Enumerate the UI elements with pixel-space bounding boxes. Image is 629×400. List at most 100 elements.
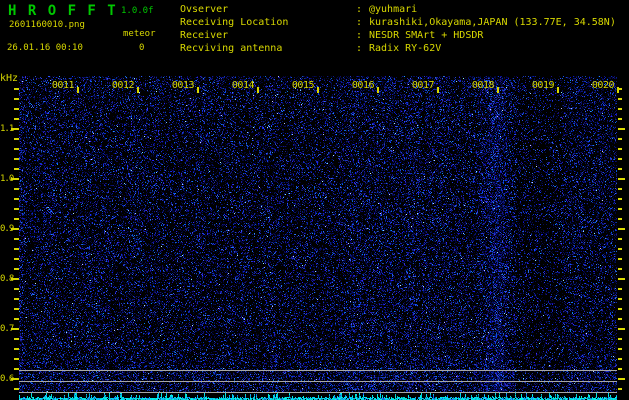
freq-axis-tick-left <box>14 198 19 200</box>
freq-axis-tick-right <box>618 268 622 270</box>
freq-axis-tick-left <box>14 268 19 270</box>
freq-axis-tick-left <box>14 368 19 370</box>
time-axis-tick <box>197 87 199 93</box>
freq-axis-tick-right <box>618 338 622 340</box>
freq-axis-tick-right <box>618 368 622 370</box>
freq-axis-tick-right <box>618 358 622 360</box>
freq-axis-tick-right <box>618 168 622 170</box>
info-separator: : <box>356 43 363 54</box>
meteor-count-value: 0 <box>139 43 145 53</box>
meteor-count-label: meteor <box>123 29 156 39</box>
freq-axis-tick-left <box>14 168 19 170</box>
freq-axis-tick-right <box>618 118 622 120</box>
freq-axis-tick-right <box>618 138 622 140</box>
freq-axis-tick-right <box>618 388 622 390</box>
freq-axis-tick-right <box>618 218 622 220</box>
freq-axis-tick-left <box>14 348 19 350</box>
freq-axis-label: 0.8 <box>0 274 14 284</box>
freq-axis-tick-right <box>618 308 622 310</box>
station-info-block: Ovserver : @yuhmari Receiving Location :… <box>180 3 616 55</box>
freq-axis-tick-left <box>14 238 19 240</box>
freq-axis-tick-right <box>618 108 622 110</box>
observation-datetime: 26.01.16 00:10 <box>7 43 83 53</box>
time-axis-label: 0012 <box>111 80 135 91</box>
freq-axis-tick-left <box>14 298 19 300</box>
freq-axis-tick-left <box>14 208 19 210</box>
freq-axis-label: 0.9 <box>0 224 14 234</box>
time-axis-label: 0019 <box>531 80 555 91</box>
freq-axis-tick-left <box>14 338 19 340</box>
freq-axis-tick-left <box>14 148 19 150</box>
freq-axis-tick-left <box>14 108 19 110</box>
info-row-observer: Ovserver : @yuhmari <box>180 3 616 16</box>
time-axis-tick <box>137 87 139 93</box>
freq-axis-tick-right <box>618 378 625 380</box>
freq-axis-tick-left <box>14 98 19 100</box>
time-axis-label: 0020 <box>591 80 615 91</box>
freq-axis-tick-right <box>618 348 622 350</box>
freq-axis-label: 1.1 <box>0 124 14 134</box>
freq-axis-tick-left <box>14 88 19 90</box>
freq-axis-tick-left <box>14 248 19 250</box>
freq-axis-tick-right <box>618 298 622 300</box>
freq-axis-tick-right <box>618 88 622 90</box>
freq-axis-tick-right <box>618 188 622 190</box>
info-value: @yuhmari <box>369 4 418 15</box>
info-separator: : <box>356 17 363 28</box>
time-axis-label: 0017 <box>411 80 435 91</box>
freq-axis-tick-left <box>14 218 19 220</box>
freq-axis-tick-right <box>618 248 622 250</box>
info-label: Receiving Location <box>180 17 289 28</box>
time-axis-label: 0016 <box>351 80 375 91</box>
output-filename: 2601160010.png <box>9 20 85 30</box>
freq-axis-tick-left <box>14 258 19 260</box>
time-axis-label: 0011 <box>51 80 75 91</box>
freq-axis-tick-right <box>618 278 625 280</box>
reference-line-upper <box>19 370 617 371</box>
frequency-unit-label: kHz <box>0 73 19 84</box>
freq-axis-tick-left <box>14 318 19 320</box>
time-axis-tick <box>377 87 379 93</box>
freq-axis-label: 0.6 <box>0 374 14 384</box>
freq-axis-tick-right <box>618 148 622 150</box>
time-axis-label: 0014 <box>231 80 255 91</box>
info-value: Radix RY-62V <box>369 43 442 54</box>
freq-axis-tick-right <box>618 98 622 100</box>
freq-axis-tick-right <box>618 238 622 240</box>
reference-line-lower <box>19 392 617 393</box>
time-axis-label: 0015 <box>291 80 315 91</box>
info-row-location: Receiving Location : kurashiki,Okayama,J… <box>180 16 616 29</box>
time-axis-label: 0018 <box>471 80 495 91</box>
info-label: Receiver <box>180 30 229 41</box>
freq-axis-tick-right <box>618 178 625 180</box>
info-value: kurashiki,Okayama,JAPAN (133.77E, 34.58N… <box>369 17 616 28</box>
info-separator: : <box>356 4 363 15</box>
freq-axis-tick-left <box>14 188 19 190</box>
freq-axis-tick-left <box>14 138 19 140</box>
reference-line-middle <box>19 381 617 382</box>
freq-axis-tick-left <box>14 358 19 360</box>
time-axis-tick <box>77 87 79 93</box>
freq-axis-tick-left <box>14 308 19 310</box>
freq-axis-tick-left <box>14 288 19 290</box>
freq-axis-tick-right <box>618 258 622 260</box>
app-version: 1.0.0f <box>121 6 154 16</box>
hrofft-window: H R O F F T 1.0.0f 2601160010.png meteor… <box>0 0 629 400</box>
app-title: H R O F F T <box>8 3 118 19</box>
info-row-antenna: Recviving antenna : Radix RY-62V <box>180 42 616 55</box>
freq-axis-tick-left <box>14 118 19 120</box>
freq-axis-tick-right <box>618 208 622 210</box>
freq-axis-tick-left <box>14 158 19 160</box>
freq-axis-tick-left <box>14 388 19 390</box>
info-row-receiver: Receiver : NESDR SMArt + HDSDR <box>180 29 616 42</box>
freq-axis-label: 0.7 <box>0 324 14 334</box>
info-separator: : <box>356 30 363 41</box>
time-axis-tick <box>437 87 439 93</box>
freq-axis-tick-right <box>618 328 625 330</box>
info-label: Recviving antenna <box>180 43 283 54</box>
freq-axis-tick-right <box>618 228 625 230</box>
time-axis-tick <box>317 87 319 93</box>
time-axis-label: 0013 <box>171 80 195 91</box>
freq-axis-tick-right <box>618 198 622 200</box>
info-label: Ovserver <box>180 4 229 15</box>
